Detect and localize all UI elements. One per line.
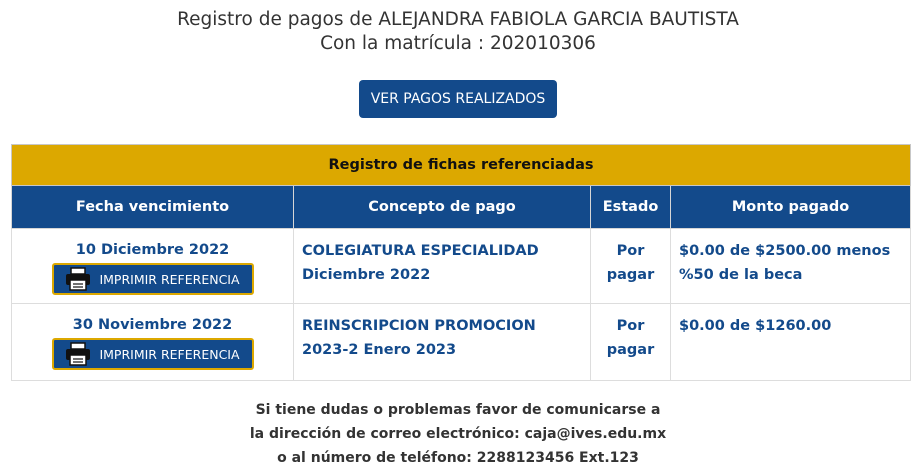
due-date-cell: 30 Noviembre 2022 IMPRIMIR REFERENCIA <box>11 303 294 381</box>
column-header-concept: Concepto de pago <box>293 185 591 229</box>
column-header-due-date: Fecha vencimiento <box>11 185 294 229</box>
due-date-cell: 10 Diciembre 2022 IMPRIMIR REFERENCIA <box>11 228 294 304</box>
due-date: 10 Diciembre 2022 <box>75 242 230 258</box>
print-reference-button[interactable]: IMPRIMIR REFERENCIA <box>51 338 254 370</box>
view-payments-wrapper: VER PAGOS REALIZADOS <box>0 80 916 118</box>
table-header-row: Fecha vencimiento Concepto de pago Estad… <box>11 185 912 229</box>
printer-icon <box>66 342 91 366</box>
footer-line-1: Si tiene dudas o problemas favor de comu… <box>255 402 661 418</box>
concept-cell: REINSCRIPCION PROMOCION 2023-2 Enero 202… <box>293 303 591 381</box>
print-reference-label: IMPRIMIR REFERENCIA <box>99 271 240 287</box>
title-prefix: Registro de pagos de <box>177 9 379 30</box>
page-title: Registro de pagos de ALEJANDRA FABIOLA G… <box>0 8 916 32</box>
view-payments-button[interactable]: VER PAGOS REALIZADOS <box>358 80 558 118</box>
status-cell: Por pagar <box>590 228 671 304</box>
print-reference-button[interactable]: IMPRIMIR REFERENCIA <box>51 263 254 295</box>
page-header: Registro de pagos de ALEJANDRA FABIOLA G… <box>0 0 916 56</box>
enrollment-id: 202010306 <box>490 33 596 54</box>
payments-table-container: Registro de fichas referenciadas Fecha v… <box>10 144 912 381</box>
footer-line-3: o al número de teléfono: 2288123456 Ext.… <box>277 450 639 466</box>
footer-line-2: la dirección de correo electrónico: caja… <box>249 426 667 442</box>
printer-icon <box>66 267 91 291</box>
concept-cell: COLEGIATURA ESPECIALIDAD Diciembre 2022 <box>293 228 591 304</box>
student-name: ALEJANDRA FABIOLA GARCIA BAUTISTA <box>378 9 739 30</box>
table-row: 10 Diciembre 2022 IMPRIMIR REFERENCIA CO… <box>11 228 912 304</box>
enrollment-prefix: Con la matrícula : <box>320 33 490 54</box>
table-row: 30 Noviembre 2022 IMPRIMIR REFERENCIA RE… <box>11 303 912 381</box>
amount-cell: $0.00 de $2500.00 menos %50 de la beca <box>669 228 912 304</box>
referenced-slips-table: Registro de fichas referenciadas Fecha v… <box>10 144 912 381</box>
contact-footer: Si tiene dudas o problemas favor de comu… <box>0 398 916 470</box>
table-caption: Registro de fichas referenciadas <box>10 144 912 186</box>
enrollment-line: Con la matrícula : 202010306 <box>0 32 916 56</box>
table-caption-row: Registro de fichas referenciadas <box>10 144 912 186</box>
amount-cell: $0.00 de $1260.00 <box>669 303 912 381</box>
column-header-amount: Monto pagado <box>669 185 912 229</box>
column-header-status: Estado <box>590 185 671 229</box>
print-reference-label: IMPRIMIR REFERENCIA <box>99 346 240 362</box>
status-cell: Por pagar <box>590 303 671 381</box>
due-date: 30 Noviembre 2022 <box>72 317 233 333</box>
